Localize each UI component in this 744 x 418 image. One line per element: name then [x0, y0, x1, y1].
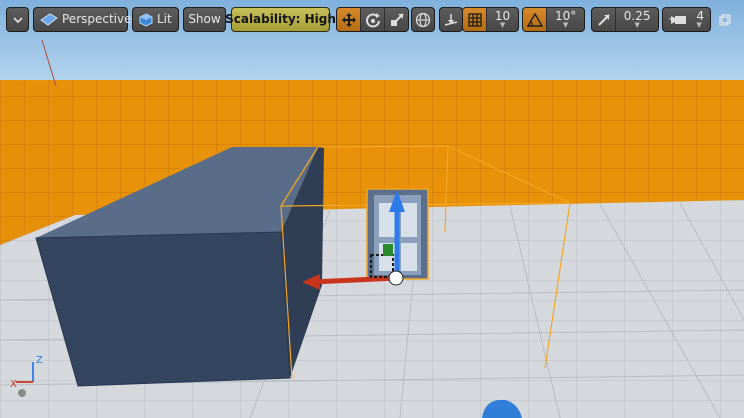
lit-mode-button[interactable]: Lit: [132, 7, 179, 32]
grid-snap-group: 10 ▼: [462, 7, 519, 32]
scalability-label: Scalability: High: [225, 12, 336, 26]
perspective-icon: [40, 12, 58, 27]
surface-snap-icon: [443, 12, 459, 28]
rotation-snap-group: 10° ▼: [522, 7, 585, 32]
scale-icon: [389, 12, 405, 28]
scale-snap-value-dropdown[interactable]: 0.25 ▼: [616, 8, 658, 31]
scale-snap-toggle[interactable]: [592, 8, 617, 31]
camera-speed-value-wrap: 4 ▼: [696, 10, 704, 29]
grid-snap-caret-icon: ▼: [499, 21, 506, 29]
view-mode-button[interactable]: Perspective: [33, 7, 132, 32]
scale-snap-group: 0.25 ▼: [591, 7, 659, 32]
rotation-snap-caret-icon: ▼: [562, 21, 569, 29]
rotate-mode-button[interactable]: [361, 8, 385, 31]
viewport-scene[interactable]: [0, 0, 744, 418]
camera-speed-caret-icon: ▼: [696, 21, 702, 29]
rotation-snap-toggle[interactable]: [523, 8, 548, 31]
rotation-snap-value-dropdown[interactable]: 10° ▼: [547, 8, 584, 31]
maximize-icon: [719, 14, 731, 26]
scalability-button[interactable]: Scalability: High: [225, 7, 336, 32]
grid-snap-icon: [467, 12, 482, 27]
camera-speed-icon: [669, 13, 687, 27]
surface-snap-button[interactable]: [439, 7, 463, 32]
rotation-snap-icon: [526, 12, 543, 27]
lit-mode-label: Lit: [157, 12, 172, 26]
axis-indicator: Z X: [10, 355, 43, 397]
translate-mode-button[interactable]: [337, 8, 361, 31]
svg-text:X: X: [10, 379, 17, 390]
scale-snap-icon: [597, 13, 611, 27]
show-label: Show: [188, 12, 221, 26]
viewport-toolbar: Perspective Lit Show Scalability: High 1…: [0, 0, 744, 40]
grid-snap-toggle[interactable]: [463, 8, 488, 31]
rotate-icon: [365, 12, 381, 28]
show-button[interactable]: Show: [183, 7, 226, 32]
translate-icon: [341, 12, 357, 28]
scale-mode-button[interactable]: [385, 8, 408, 31]
transform-mode-group: [336, 7, 409, 32]
coordinate-space-button[interactable]: [411, 7, 435, 32]
view-mode-label: Perspective: [62, 12, 132, 26]
svg-text:Z: Z: [36, 355, 43, 366]
scale-snap-caret-icon: ▼: [634, 21, 640, 29]
grid-snap-value-dropdown[interactable]: 10 ▼: [487, 8, 518, 31]
world-coordinate-icon: [415, 12, 431, 28]
lit-cube-icon: [139, 12, 153, 27]
viewport-options-button[interactable]: [6, 7, 29, 32]
menu-chevron-down-icon: [12, 16, 23, 24]
camera-speed-button[interactable]: 4 ▼: [662, 7, 711, 32]
level-viewport[interactable]: Perspective Lit Show Scalability: High 1…: [0, 0, 744, 418]
maximize-viewport-button[interactable]: [719, 11, 731, 26]
